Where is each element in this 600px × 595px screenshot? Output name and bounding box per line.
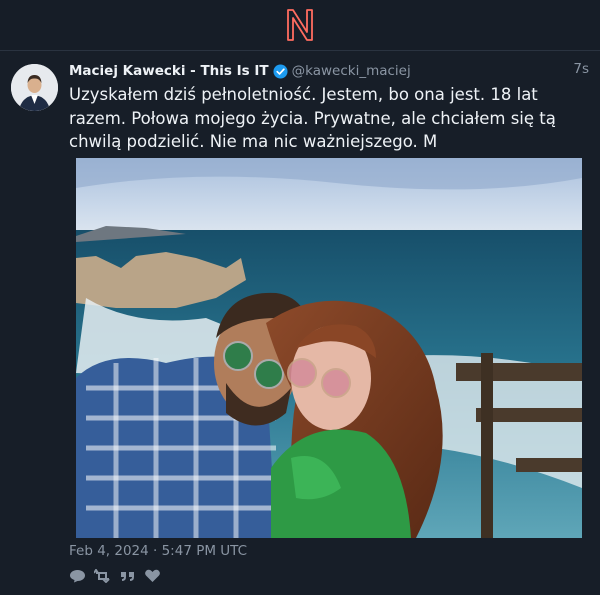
tweet-photo[interactable] [76, 158, 582, 538]
tweet-actions [69, 569, 161, 583]
like-icon[interactable] [144, 569, 161, 583]
selfie-photo-image [76, 158, 582, 538]
top-navbar [0, 0, 600, 51]
quote-icon[interactable] [119, 569, 136, 583]
verified-badge-icon [273, 63, 288, 79]
avatar-image [11, 64, 58, 111]
avatar[interactable] [11, 64, 58, 111]
retweet-icon[interactable] [94, 569, 111, 583]
tweet[interactable]: Maciej Kawecki - This Is IT @kawecki_mac… [0, 51, 600, 595]
reply-icon[interactable] [69, 569, 86, 583]
tweet-header: Maciej Kawecki - This Is IT @kawecki_mac… [69, 61, 589, 81]
tweet-text: Uzyskałem dziś pełnoletniość. Jestem, bo… [69, 85, 556, 151]
nitter-logo-icon[interactable] [285, 8, 315, 42]
tweet-timestamp[interactable]: 7s [573, 61, 589, 77]
tweet-date[interactable]: Feb 4, 2024 · 5:47 PM UTC [69, 543, 247, 559]
display-name[interactable]: Maciej Kawecki - This Is IT [69, 63, 269, 79]
username[interactable]: @kawecki_maciej [292, 63, 411, 79]
